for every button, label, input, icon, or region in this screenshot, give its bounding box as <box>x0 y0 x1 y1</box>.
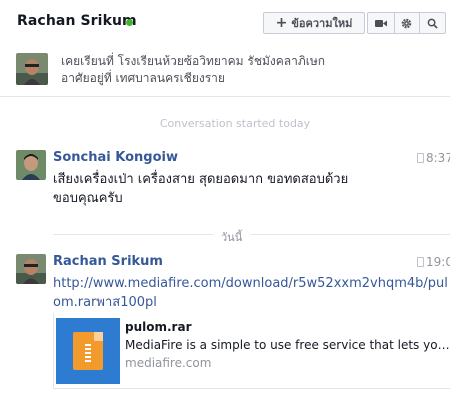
video-call-button[interactable] <box>368 13 394 33</box>
link-preview-domain: mediafire.com <box>125 356 212 370</box>
avatar[interactable] <box>16 150 46 180</box>
profile-info-line: อาศัยอยู่ที่ เทศบาลนครเชียงราย <box>61 71 225 85</box>
time-label: 8:37 <box>426 151 450 165</box>
link-preview-thumbnail[interactable] <box>56 318 120 384</box>
link-preview-card[interactable]: pulom.rar MediaFire is a simple to use f… <box>53 313 450 389</box>
previous-profile-context: เคยเรียนที่ โรงเรียนห้วยซ้อวิทยาคม รัชมั… <box>0 44 450 96</box>
sender-name[interactable]: Sonchai Kongoiw <box>53 150 178 165</box>
settings-button[interactable] <box>393 13 420 33</box>
message-body: เสียงเครื่องเป่า เครื่องสาย สุดยอดมาก ขอ… <box>53 170 448 208</box>
plus-icon: + <box>275 15 288 31</box>
search-button[interactable] <box>419 13 445 33</box>
message-line: เสียงเครื่องเป่า เครื่องสาย สุดยอดมาก ขอ… <box>53 172 349 187</box>
divider <box>0 96 450 97</box>
message-body: http://www.mediafire.com/download/r5w52x… <box>53 274 448 312</box>
gear-icon <box>402 18 412 28</box>
new-message-label: ข้อความใหม่ <box>291 17 353 30</box>
message-thread[interactable]: เคยเรียนที่ โรงเรียนห้วยซ้อวิทยาคม รัชมั… <box>0 44 450 403</box>
message-link[interactable]: http://www.mediafire.com/download/r5w52x… <box>53 276 448 310</box>
chat-title[interactable]: Rachan Srikum <box>17 13 137 29</box>
mobile-phone-icon <box>417 153 424 163</box>
day-divider: วันนี้ <box>53 228 450 244</box>
new-message-button[interactable]: + ข้อความใหม่ <box>264 13 364 33</box>
message-time: 19:04 <box>417 255 450 269</box>
day-divider-label: วันนี้ <box>221 231 243 244</box>
profile-info-line: เคยเรียนที่ โรงเรียนห้วยซ้อวิทยาคม รัชมั… <box>61 54 326 68</box>
link-preview-title[interactable]: pulom.rar <box>125 320 192 334</box>
message-time: 8:37 <box>417 151 450 165</box>
message-line: ขอบคุณครับ <box>53 191 123 206</box>
time-label: 19:04 <box>426 255 450 269</box>
profile-info-text: เคยเรียนที่ โรงเรียนห้วยซ้อวิทยาคม รัชมั… <box>61 53 441 87</box>
avatar[interactable] <box>16 254 46 284</box>
chat-actions <box>367 12 446 34</box>
link-preview-description: MediaFire is a simple to use free servic… <box>125 338 450 352</box>
mobile-phone-icon <box>417 257 424 267</box>
video-camera-icon <box>374 19 387 27</box>
avatar[interactable] <box>16 53 48 85</box>
sender-name[interactable]: Rachan Srikum <box>53 254 163 269</box>
chat-header: Rachan Srikum + ข้อความใหม่ <box>0 0 450 44</box>
conversation-started-label: Conversation started today <box>159 117 311 130</box>
zip-file-icon <box>73 332 103 370</box>
search-icon <box>427 18 438 29</box>
online-status-dot <box>126 19 133 26</box>
new-message-group: + ข้อความใหม่ <box>263 12 365 34</box>
